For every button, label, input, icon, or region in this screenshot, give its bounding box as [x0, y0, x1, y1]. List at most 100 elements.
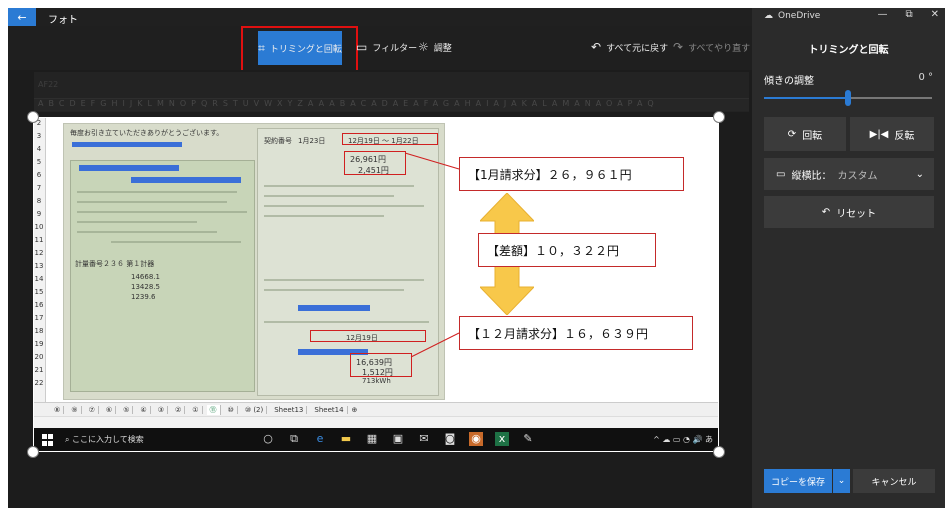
row-number: 18 [34, 327, 44, 335]
revert-all-button[interactable]: ↶ すべて元に戻す [591, 40, 668, 54]
filter-button[interactable]: ▭ フィルター [356, 40, 417, 54]
text-line [77, 211, 247, 213]
window-controls: — ⧉ ✕ [877, 9, 939, 20]
folder-icon: ▬ [340, 432, 352, 445]
sheet-tab[interactable]: ⑩ (2) [242, 405, 268, 414]
reading-3: 1239.6 [131, 293, 156, 301]
sun-icon: ☼ [418, 40, 429, 54]
title-bar: ← フォト [8, 8, 752, 26]
text-line [264, 215, 384, 217]
tilt-value: 0 ° [918, 72, 933, 83]
adjust-label: 調整 [433, 43, 452, 54]
column-header: AF [413, 99, 433, 108]
column-header: AQ [636, 99, 659, 108]
sheet-tab[interactable]: ① [189, 405, 203, 414]
sheet-tab[interactable]: ⑩ [225, 405, 238, 414]
crop-handle-bottom-right[interactable] [713, 446, 725, 458]
cloud-icon: ☁ [764, 11, 773, 21]
rotate-icon: ⟳ [787, 128, 797, 140]
row-number: 9 [36, 210, 42, 218]
sheet-tab[interactable]: ④ [137, 405, 151, 414]
column-header: AJ [493, 99, 512, 108]
edit-toolbar: ⌗ トリミングと回転 ▭ フィルター ☼ 調整 ↶ すべて元に戻す ↷ すべてや… [8, 26, 752, 78]
sheet-tab[interactable]: ⑥ [103, 405, 117, 414]
column-header: AH [454, 99, 476, 108]
back-arrow-icon: ← [17, 10, 27, 24]
text-line [264, 205, 424, 207]
mail-icon: ✉ [419, 432, 429, 445]
aspect-ratio-dropdown[interactable]: ▭ 縦横比： カスタム ⌄ [764, 158, 934, 190]
save-copy-button[interactable]: コピーを保存 [764, 469, 832, 493]
sheet-tab[interactable]: ⑪ [206, 404, 221, 415]
text-line [77, 231, 217, 233]
receipt-greeting: 毎度お引き立ていただきありがとうございます。 [70, 129, 224, 137]
column-header: C [58, 99, 70, 108]
chevron-down-icon: ⌄ [915, 168, 924, 180]
text-line [264, 185, 414, 187]
flip-button[interactable]: ▶|◀ 反転 [850, 117, 934, 151]
column-header: V [253, 99, 265, 108]
adjust-button[interactable]: ☼ 調整 [418, 40, 452, 54]
sheet-tab[interactable]: ⑦ [86, 405, 99, 414]
add-sheet-icon[interactable]: ⊕ [352, 406, 358, 414]
column-header: G [100, 99, 112, 108]
system-tray: ^ ☁ ▭ ◔ 🔊 あ [653, 435, 713, 444]
text-line [77, 221, 197, 223]
column-headers: ABCDEFGHIJKLMNOPQRSTUVWXYZAAABACADAEAFAG… [34, 98, 749, 111]
column-header: AG [432, 99, 455, 108]
sheet-tab[interactable]: ③ [155, 405, 168, 414]
save-options-button[interactable]: ⌄ [833, 469, 850, 493]
crop-rotate-button[interactable]: ⌗ トリミングと回転 [258, 31, 342, 65]
flip-label: 反転 [894, 130, 915, 142]
crop-handle-bottom-left[interactable] [27, 446, 39, 458]
crop-handle-top-left[interactable] [27, 111, 39, 123]
reset-button[interactable]: ↶ リセット [764, 196, 934, 228]
column-header: H [111, 99, 123, 108]
reset-label: リセット [836, 208, 877, 220]
column-header: AK [511, 99, 532, 108]
panel-heading: トリミングと回転 [808, 45, 889, 56]
column-header: B [48, 99, 59, 108]
column-header: T [232, 99, 243, 108]
column-header: L [147, 99, 157, 108]
sheet-tab[interactable]: ⑨ [68, 405, 82, 414]
text-line [111, 241, 241, 243]
column-header: P [191, 99, 201, 108]
text-line [264, 289, 404, 291]
rotate-button[interactable]: ⟳ 回転 [764, 117, 846, 151]
redo-all-button[interactable]: ↷ すべてやり直す [673, 40, 750, 54]
back-button[interactable]: ← [8, 8, 36, 26]
sheet-tab[interactable]: ② [172, 405, 186, 414]
filter-icon: ▭ [356, 40, 368, 54]
cancel-button[interactable]: キャンセル [853, 469, 935, 493]
redacted-bar [79, 165, 179, 171]
app-title: フォト [48, 15, 78, 26]
crop-rotate-panel: ☁ OneDrive — ⧉ ✕ トリミングと回転 傾きの調整 0 ° ⟳ 回転… [752, 8, 945, 508]
rotate-label: 回転 [802, 130, 823, 142]
sheet-tab[interactable]: Sheet14 [311, 405, 348, 414]
callout-difference: 【差額】１０，３２２円 [478, 233, 656, 267]
task-view-icon: ⧉ [290, 432, 298, 445]
column-header: R [212, 99, 223, 108]
sheet-tab[interactable]: ⑧ [51, 405, 65, 414]
undo-icon: ↶ [591, 40, 602, 54]
receipt-right-panel: 契約番号 1月23日 12月19日 〜 1月22日 26,961円 2,451円 [257, 128, 439, 396]
camera-icon: ◙ [444, 432, 456, 445]
row-number: 14 [34, 275, 44, 283]
excel-status-strip [33, 416, 719, 428]
column-header: AM [551, 99, 575, 108]
sheet-tab[interactable]: Sheet13 [271, 405, 308, 414]
crop-handle-top-right[interactable] [713, 111, 725, 123]
sheet-tab[interactable]: ⑤ [120, 405, 134, 414]
row-number: 22 [34, 379, 44, 387]
onedrive-label: OneDrive [778, 11, 821, 21]
text-line [264, 195, 394, 197]
maximize-button[interactable]: ⧉ [905, 9, 912, 20]
column-header: E [80, 99, 91, 108]
close-button[interactable]: ✕ [931, 9, 939, 20]
row-number: 19 [34, 340, 44, 348]
minimize-button[interactable]: — [877, 9, 887, 20]
tilt-slider-thumb[interactable] [845, 90, 851, 106]
column-header: AN [574, 99, 596, 108]
column-header: S [222, 99, 233, 108]
